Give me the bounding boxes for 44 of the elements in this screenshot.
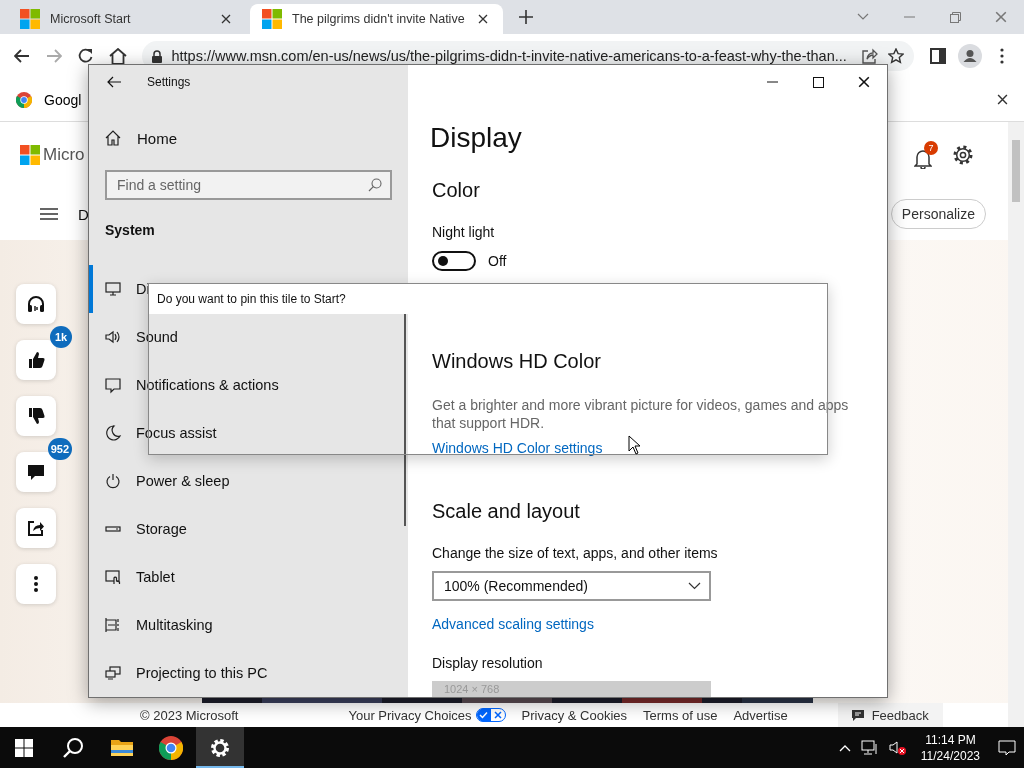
section-heading: Scale and layout — [432, 499, 580, 524]
toggle-state: Off — [488, 253, 507, 269]
logo-text: Micro — [43, 145, 85, 165]
browser-tab[interactable]: Microsoft Start — [8, 4, 246, 34]
privacy-choices-link[interactable]: Your Privacy Choices — [348, 707, 506, 723]
nav-item[interactable]: Projecting to this PC — [89, 649, 408, 697]
clock[interactable]: 11:14 PM 11/24/2023 — [920, 731, 980, 764]
page-title: Display — [430, 121, 522, 155]
feedback-button[interactable]: Feedback — [837, 703, 943, 727]
count-badge: 1k — [50, 326, 72, 348]
nav-item[interactable]: Storage — [89, 505, 408, 553]
section-heading: System — [105, 221, 156, 241]
footer-link[interactable]: Advertise — [733, 707, 788, 723]
settings-link[interactable]: Windows HD Color settings — [432, 438, 603, 458]
nav-item[interactable]: Sound — [89, 313, 408, 361]
notifications-button[interactable]: 7 — [914, 141, 938, 169]
setting-label: Change the size of text, apps, and other items — [432, 544, 718, 563]
search-field[interactable]: Find a setting — [105, 169, 392, 200]
tab-title: The pilgrims didn't invite Native — [292, 12, 465, 26]
personalize-button[interactable]: Personalize — [890, 199, 986, 229]
count-badge: 952 — [47, 438, 72, 460]
footer-link[interactable]: Terms of use — [643, 707, 718, 723]
tab-title: Microsoft Start — [50, 12, 132, 26]
bookmark[interactable]: Googl — [16, 91, 82, 108]
url-text: https://www.msn.com/en-us/news/us/the-pilgrims-didn-t-invite-native-americans-to-a-feast-why-the-than... — [171, 48, 848, 64]
section-heading: Color — [432, 178, 480, 203]
nav-item[interactable]: Tablet — [89, 553, 408, 601]
section-heading: Windows HD Color — [432, 349, 601, 374]
footer-link[interactable]: Privacy & Cookies — [521, 707, 627, 723]
home-nav-item[interactable]: Home — [89, 114, 408, 162]
window-title: Settings — [147, 74, 191, 89]
browser-tab[interactable]: The pilgrims didn't invite Native — [250, 4, 503, 34]
setting-label: Night light — [432, 223, 495, 242]
nav-item[interactable]: Focus assist — [89, 409, 408, 457]
notification-count: 7 — [924, 141, 938, 155]
dialog-title: Do you want to pin this tile to Start? — [149, 284, 827, 314]
nav-item[interactable]: Power & sleep — [89, 457, 408, 505]
nav-item[interactable]: Multitasking — [89, 601, 408, 649]
setting-label: Display resolution — [432, 654, 543, 673]
settings-link[interactable]: Advanced scaling settings — [432, 614, 594, 634]
copyright-text: © 2023 Microsoft — [140, 707, 239, 723]
scale-dropdown[interactable]: 100% (Recommended) — [432, 571, 711, 601]
nav-item[interactable]: Notifications & actions — [89, 361, 408, 409]
nav-link[interactable]: D — [78, 205, 89, 223]
